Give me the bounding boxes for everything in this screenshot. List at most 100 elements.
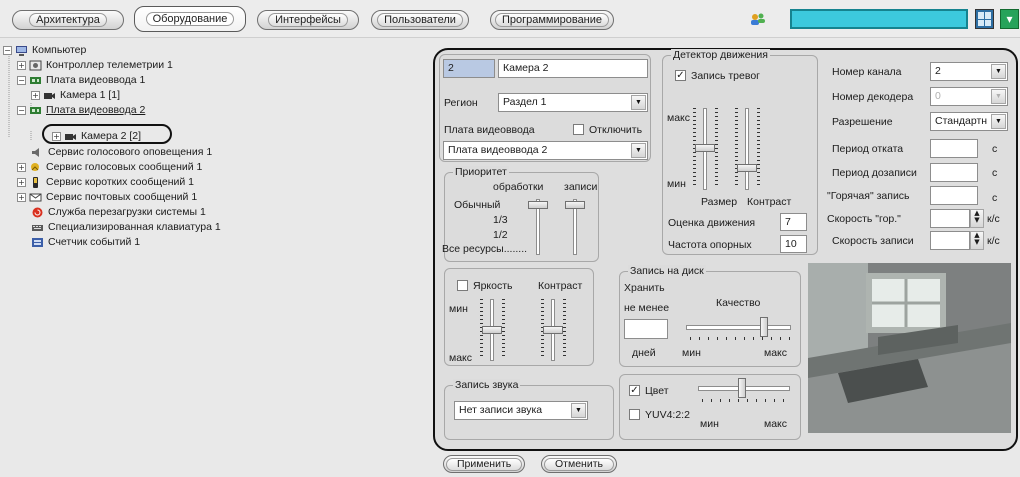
expander[interactable]: + bbox=[17, 163, 26, 172]
keyboard-icon bbox=[32, 225, 43, 231]
chevron-down-icon[interactable]: ▼ bbox=[631, 143, 646, 158]
tree-item-event-counter[interactable]: Счетчик событий 1 bbox=[31, 236, 140, 249]
camera-name-field[interactable]: Камера 2 bbox=[498, 59, 648, 78]
decoder-value: 0 bbox=[935, 90, 941, 102]
recording-priority-slider[interactable] bbox=[565, 199, 585, 255]
tree-item-voice-alert[interactable]: Сервис голосового оповещения 1 bbox=[31, 146, 212, 159]
color-label: Цвет bbox=[645, 385, 669, 397]
sound-combo[interactable]: Нет записи звука ▼ bbox=[454, 401, 588, 420]
capture-card-icon bbox=[30, 77, 41, 84]
color-group: ✓ Цвет YUV4:2:2 мин макс bbox=[619, 374, 801, 440]
slider-thumb[interactable] bbox=[528, 201, 548, 209]
user-switch-icon[interactable] bbox=[750, 12, 766, 26]
motion-estimate-field[interactable]: 7 bbox=[780, 213, 807, 231]
slider-thumb[interactable] bbox=[565, 201, 585, 209]
slider-thumb[interactable] bbox=[737, 164, 757, 172]
rec-speed-field[interactable] bbox=[930, 231, 970, 250]
brightness-checkbox[interactable] bbox=[457, 280, 468, 291]
tree-item-label: Плата видеоввода 2 bbox=[46, 104, 146, 116]
region-label: Регион bbox=[444, 97, 478, 109]
expander[interactable]: − bbox=[17, 106, 26, 115]
hot-speed-field[interactable] bbox=[930, 209, 970, 228]
size-slider[interactable] bbox=[695, 108, 715, 190]
slider-thumb[interactable] bbox=[760, 317, 768, 337]
region-combo[interactable]: Раздел 1 ▼ bbox=[498, 93, 648, 112]
color-slider[interactable] bbox=[698, 378, 790, 398]
priority-group: Приоритет обработки записи Обычный 1/3 1… bbox=[442, 166, 599, 262]
tree-item-voice-messages[interactable]: + Сервис голосовых сообщений 1 bbox=[17, 161, 202, 174]
tree-item-capture-card-1[interactable]: − Плата видеоввода 1 bbox=[17, 74, 145, 87]
expander[interactable]: − bbox=[17, 76, 26, 85]
slider-thumb[interactable] bbox=[695, 144, 715, 152]
tab-interfaces[interactable]: Интерфейсы bbox=[257, 10, 359, 30]
camera-id-field[interactable]: 2 bbox=[443, 59, 495, 78]
brightness-contrast-group: Яркость Контраст мин макс bbox=[444, 268, 594, 366]
rec-speed-unit: к/с bbox=[987, 235, 1000, 247]
rollback-field[interactable] bbox=[930, 139, 978, 158]
camera-settings-panel: 2 Камера 2 Регион Раздел 1 ▼ Плата видеов… bbox=[433, 48, 1018, 451]
keep-label: Хранить bbox=[624, 282, 665, 294]
mail-service-icon bbox=[29, 193, 42, 202]
expander[interactable]: + bbox=[17, 61, 26, 70]
decoder-combo[interactable]: 0 ▼ bbox=[930, 87, 1008, 106]
postrecord-field[interactable] bbox=[930, 163, 978, 182]
expander[interactable]: + bbox=[17, 193, 26, 202]
tree-item-computer[interactable]: − Компьютер bbox=[3, 44, 86, 57]
tree-item-reboot[interactable]: Служба перезагрузки системы 1 bbox=[31, 206, 206, 219]
motion-contrast-slider[interactable] bbox=[737, 108, 757, 190]
chevron-down-icon[interactable]: ▼ bbox=[991, 114, 1006, 129]
ref-freq-field[interactable]: 10 bbox=[780, 235, 807, 253]
tree-item-keyboard[interactable]: Специализированная клавиатура 1 bbox=[31, 221, 221, 234]
hot-record-field[interactable] bbox=[930, 186, 978, 205]
voice-messages-icon bbox=[31, 163, 39, 171]
ref-freq-label: Частота опорных bbox=[668, 239, 752, 251]
yuv-checkbox[interactable] bbox=[629, 409, 640, 420]
apply-button[interactable]: Применить bbox=[443, 455, 526, 473]
tree-item-telemetry[interactable]: + Контроллер телеметрии 1 bbox=[17, 59, 173, 72]
tab-programming[interactable]: Программирование bbox=[490, 10, 614, 30]
quality-ticks bbox=[690, 337, 790, 340]
layout-grid-icon[interactable] bbox=[975, 9, 994, 29]
expander[interactable]: + bbox=[31, 91, 40, 100]
tab-users[interactable]: Пользователи bbox=[371, 10, 469, 30]
expander[interactable]: − bbox=[3, 46, 12, 55]
chevron-down-icon[interactable]: ▼ bbox=[991, 64, 1006, 79]
tree-item-camera-1[interactable]: + Камера 1 [1] bbox=[31, 89, 120, 102]
expander[interactable]: + bbox=[17, 178, 26, 187]
tab-architecture[interactable]: Архитектура bbox=[12, 10, 124, 30]
search-field[interactable] bbox=[790, 9, 968, 29]
disable-checkbox[interactable] bbox=[573, 124, 584, 135]
tree-item-label: Камера 1 [1] bbox=[60, 89, 121, 101]
quality-slider[interactable] bbox=[686, 317, 791, 337]
cancel-button[interactable]: Отменить bbox=[541, 455, 617, 473]
brightness-slider[interactable] bbox=[482, 299, 502, 361]
resolution-combo[interactable]: Стандартн ▼ bbox=[930, 112, 1008, 131]
tree-item-sms[interactable]: + Сервис коротких сообщений 1 bbox=[17, 176, 194, 189]
slider-thumb[interactable] bbox=[738, 378, 746, 398]
tree-item-mail[interactable]: + Сервис почтовых сообщений 1 bbox=[17, 191, 197, 204]
color-checkbox[interactable]: ✓ bbox=[629, 385, 640, 396]
chevron-down-icon[interactable]: ▼ bbox=[631, 95, 646, 110]
brightness-label: Яркость bbox=[473, 280, 513, 292]
record-alarms-checkbox[interactable]: ✓ bbox=[675, 70, 686, 81]
channel-combo[interactable]: 2 ▼ bbox=[930, 62, 1008, 81]
chevron-down-icon[interactable]: ▼ bbox=[991, 89, 1006, 104]
slider-thumb[interactable] bbox=[482, 326, 502, 334]
slider-thumb[interactable] bbox=[543, 326, 563, 334]
capture-card-icon bbox=[30, 107, 41, 114]
rec-speed-spinner[interactable]: ▲ ▼ bbox=[970, 231, 984, 250]
sound-recording-group: Запись звука Нет записи звука ▼ bbox=[444, 379, 614, 440]
tree-item-capture-card-2[interactable]: − Плата видеоввода 2 bbox=[17, 104, 145, 117]
keep-days-field[interactable] bbox=[624, 319, 668, 339]
chevron-down-icon[interactable]: ▼ bbox=[571, 403, 586, 418]
hot-speed-spinner[interactable]: ▲ ▼ bbox=[970, 209, 984, 228]
tab-equipment[interactable]: Оборудование bbox=[134, 6, 246, 32]
sound-value: Нет записи звука bbox=[459, 404, 543, 416]
priority-level-third: 1/3 bbox=[493, 214, 508, 226]
contrast-slider[interactable] bbox=[543, 299, 563, 361]
color-ticks bbox=[702, 399, 790, 402]
chevron-down-icon[interactable]: ▾ bbox=[1000, 9, 1019, 29]
motion-title: Детектор движения bbox=[671, 49, 770, 61]
processing-priority-slider[interactable] bbox=[528, 199, 548, 255]
board-combo[interactable]: Плата видеоввода 2 ▼ bbox=[443, 141, 648, 160]
